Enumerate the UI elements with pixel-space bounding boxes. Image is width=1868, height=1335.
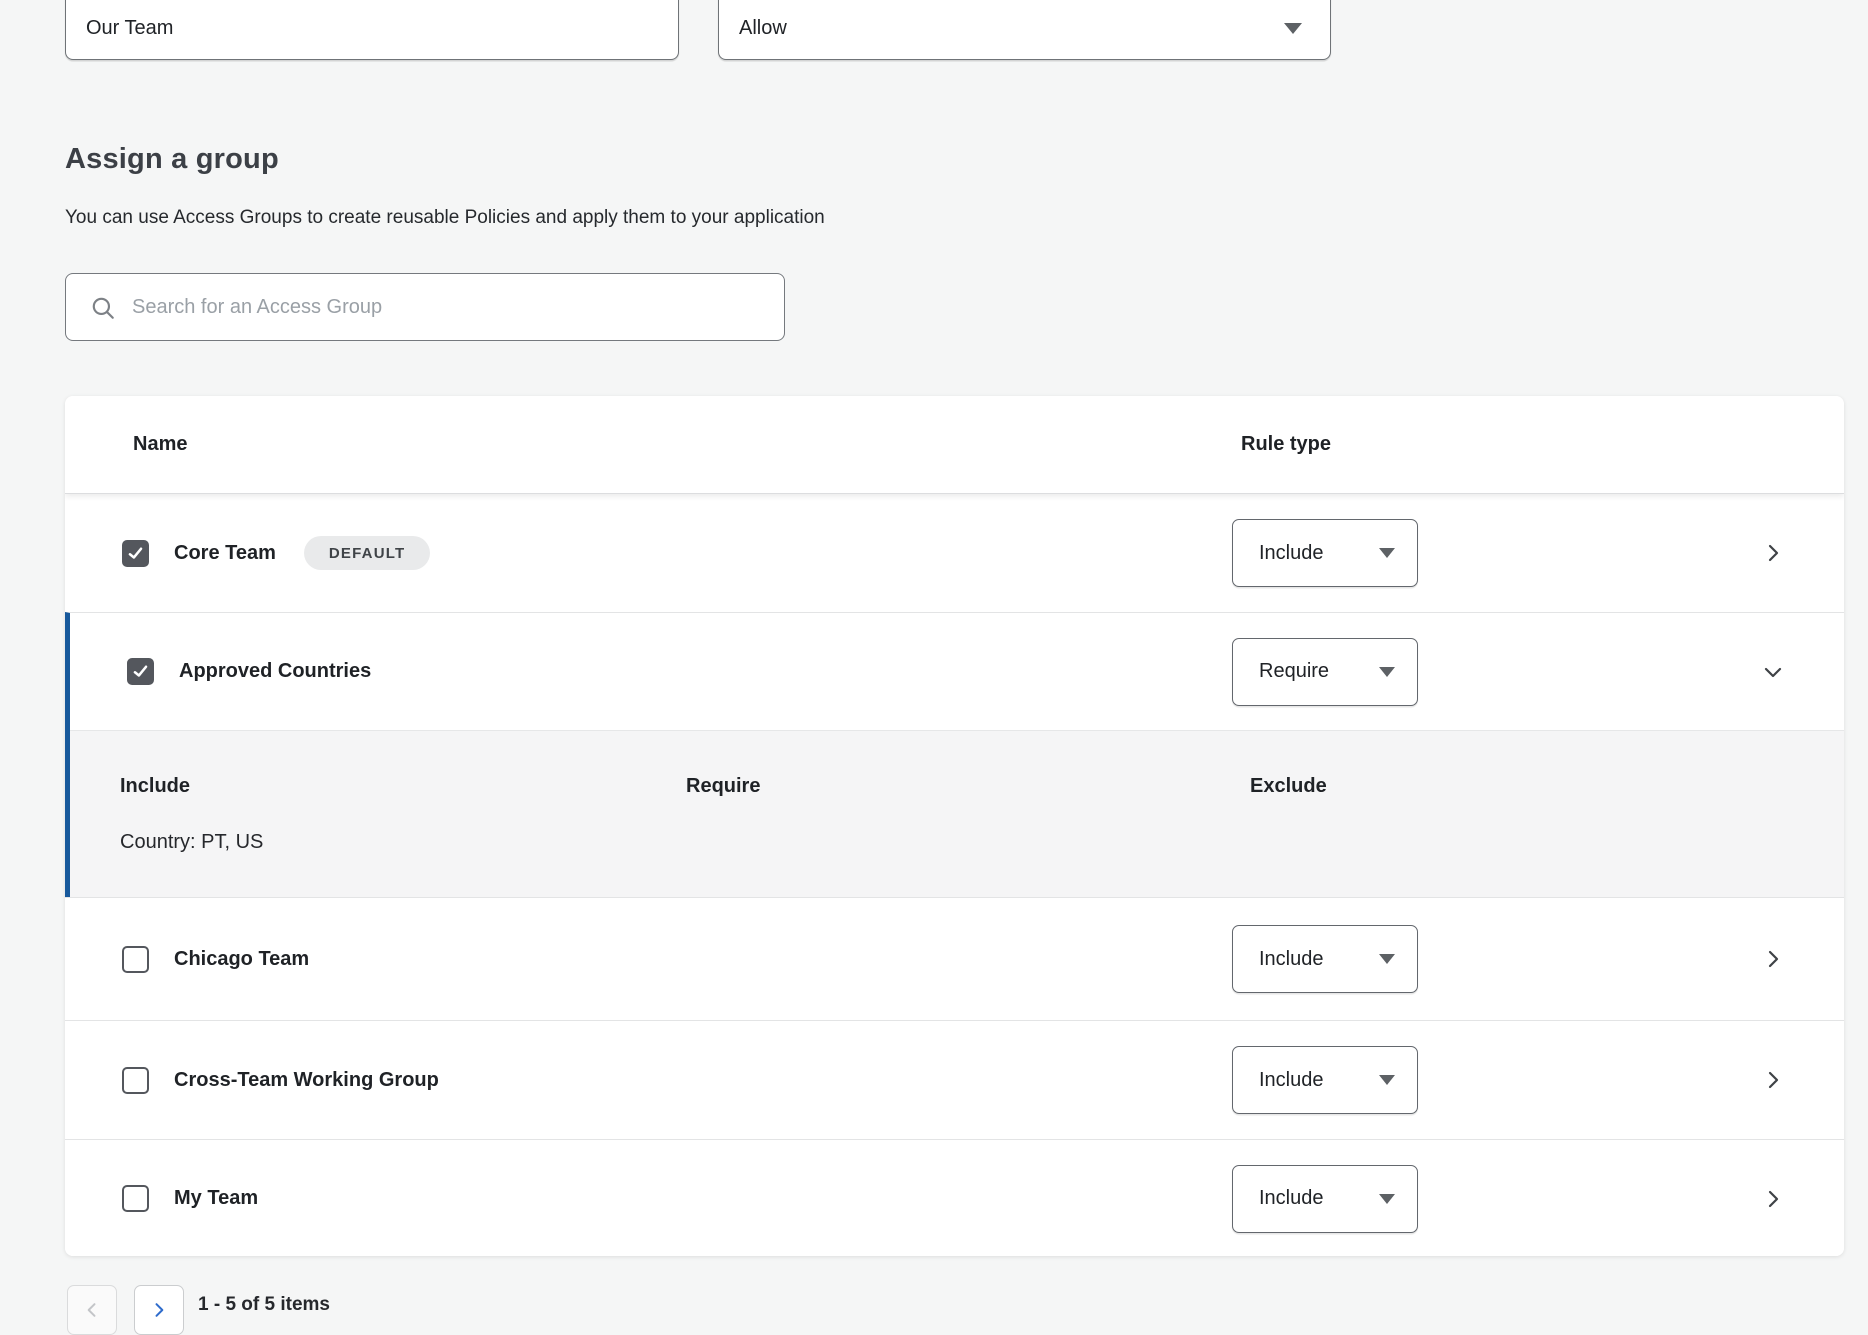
- rule-type-select-cross-team-working-group[interactable]: Include: [1232, 1046, 1418, 1114]
- table-row-approved-countries[interactable]: Approved Countries Require: [70, 613, 1844, 730]
- group-name: Cross-Team Working Group: [174, 1069, 439, 1092]
- caret-down-icon: [1379, 667, 1395, 677]
- group-name: Core Team: [174, 542, 276, 565]
- action-select-value: Allow: [739, 17, 1228, 40]
- checkbox-chicago-team[interactable]: [122, 946, 149, 973]
- checkbox-my-team[interactable]: [122, 1185, 149, 1212]
- column-header-name: Name: [133, 433, 187, 456]
- default-badge: DEFAULT: [304, 536, 430, 570]
- table-row-core-team[interactable]: Core Team DEFAULT Include: [65, 494, 1844, 612]
- group-name: Approved Countries: [179, 660, 371, 683]
- rule-type-value: Include: [1259, 542, 1324, 565]
- expand-row-button[interactable]: [1760, 1186, 1786, 1212]
- rule-type-value: Include: [1259, 1187, 1324, 1210]
- table-row-chicago-team[interactable]: Chicago Team Include: [65, 897, 1844, 1020]
- rule-type-value: Include: [1259, 948, 1324, 971]
- collapse-row-button[interactable]: [1760, 659, 1786, 685]
- column-header-rule-type: Rule type: [1241, 433, 1331, 456]
- check-icon: [126, 544, 145, 563]
- detail-include-header: Include: [120, 775, 190, 798]
- rule-type-select-chicago-team[interactable]: Include: [1232, 925, 1418, 993]
- search-input[interactable]: [132, 296, 732, 319]
- chevron-right-icon: [1761, 947, 1785, 971]
- rule-type-value: Include: [1259, 1069, 1324, 1092]
- caret-down-icon: [1379, 1075, 1395, 1085]
- action-select[interactable]: Allow: [718, 0, 1331, 60]
- rule-type-select-core-team[interactable]: Include: [1232, 519, 1418, 587]
- access-groups-table: Name Rule type Core Team DEFAULT Include: [65, 396, 1844, 1256]
- expand-row-button[interactable]: [1760, 1067, 1786, 1093]
- caret-down-icon: [1379, 1194, 1395, 1204]
- pagination-next-button[interactable]: [134, 1285, 184, 1335]
- chevron-right-icon: [149, 1300, 169, 1320]
- detail-exclude-header: Exclude: [1250, 775, 1327, 798]
- chevron-left-icon: [82, 1300, 102, 1320]
- table-header: Name Rule type: [65, 396, 1844, 494]
- checkbox-approved-countries[interactable]: [127, 658, 154, 685]
- selected-row-block: Approved Countries Require Include Requi…: [65, 612, 1844, 897]
- chevron-right-icon: [1761, 1187, 1785, 1211]
- detail-include-value: Country: PT, US: [120, 831, 263, 854]
- expand-row-button[interactable]: [1760, 540, 1786, 566]
- row-detail-panel: Include Require Exclude Country: PT, US: [70, 730, 1844, 897]
- detail-require-header: Require: [686, 775, 760, 798]
- policy-name-input[interactable]: [86, 17, 576, 40]
- chevron-right-icon: [1761, 541, 1785, 565]
- section-description: You can use Access Groups to create reus…: [65, 207, 825, 229]
- caret-down-icon: [1379, 954, 1395, 964]
- checkbox-core-team[interactable]: [122, 540, 149, 567]
- rule-type-value: Require: [1259, 660, 1329, 683]
- rule-type-select-approved-countries[interactable]: Require: [1232, 638, 1418, 706]
- checkbox-cross-team-working-group[interactable]: [122, 1067, 149, 1094]
- group-name: My Team: [174, 1187, 258, 1210]
- policy-name-field[interactable]: [65, 0, 679, 60]
- table-row-my-team[interactable]: My Team Include: [65, 1139, 1844, 1256]
- rule-type-select-my-team[interactable]: Include: [1232, 1165, 1418, 1233]
- table-row-cross-team-working-group[interactable]: Cross-Team Working Group Include: [65, 1020, 1844, 1139]
- group-name: Chicago Team: [174, 948, 309, 971]
- page-title: Assign a group: [65, 143, 279, 176]
- pagination-prev-button[interactable]: [67, 1285, 117, 1335]
- search-icon: [90, 295, 116, 321]
- chevron-down-icon: [1761, 660, 1785, 684]
- check-icon: [131, 662, 150, 681]
- chevron-right-icon: [1761, 1068, 1785, 1092]
- caret-down-icon: [1379, 548, 1395, 558]
- expand-row-button[interactable]: [1760, 946, 1786, 972]
- access-group-search[interactable]: [65, 273, 785, 341]
- pagination-range-text: 1 - 5 of 5 items: [198, 1294, 330, 1316]
- caret-down-icon: [1284, 23, 1302, 34]
